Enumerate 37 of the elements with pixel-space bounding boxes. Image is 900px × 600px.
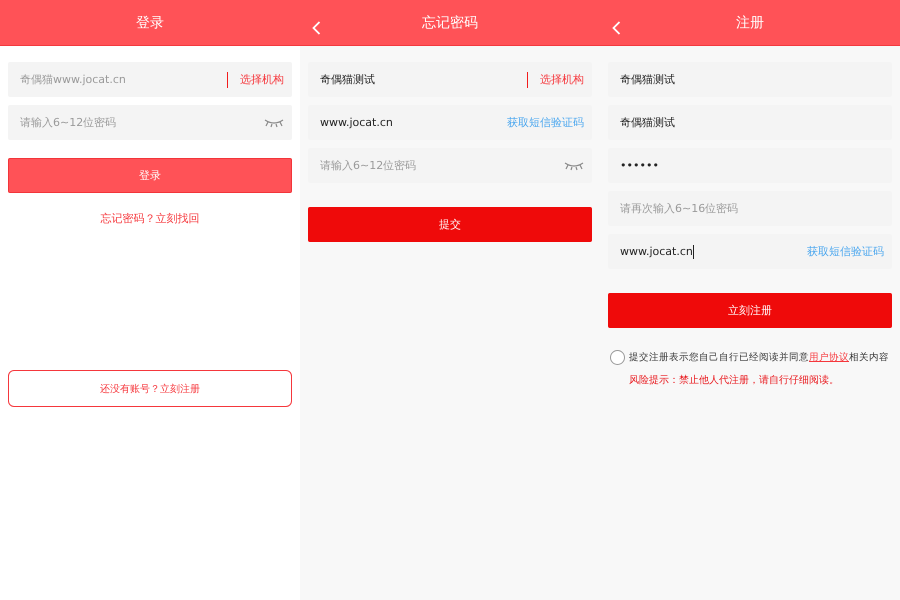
eye-closed-icon[interactable] [264,118,284,128]
input-text[interactable]: 奇偶猫测试 [620,73,884,86]
agreement-text: 提交注册表示您自己自行已经阅读并同意用户协议相关内容 [629,351,889,364]
input-field[interactable]: 奇偶猫测试 [608,62,892,97]
input-field[interactable]: •••••• [608,148,892,183]
input-field[interactable]: 奇偶猫测试 选择机构 [308,62,592,97]
eye-closed-icon[interactable] [564,160,584,170]
select-org-button[interactable]: 选择机构 [227,72,284,88]
agree-checkbox[interactable] [610,350,625,365]
user-agreement-link[interactable]: 用户协议 [809,352,849,363]
risk-notice: 风险提示：禁止他人代注册，请自行仔细阅读。 [628,374,840,387]
select-org-button[interactable]: 选择机构 [527,72,584,88]
back-icon[interactable] [312,21,321,35]
input-text[interactable]: 请输入6~12位密码 [20,116,256,129]
screen-title: 注册 [736,14,764,32]
input-text[interactable]: 奇偶猫测试 [620,116,884,129]
back-icon[interactable] [612,21,621,35]
input-field[interactable]: www.jocat.cn 获取短信验证码 [308,105,592,140]
submit-button[interactable]: 提交 [308,207,592,242]
input-text[interactable]: www.jocat.cn [620,245,693,258]
input-field[interactable]: 请输入6~12位密码 [8,105,292,140]
register-button[interactable]: 还没有账号？立刻注册 [8,370,292,407]
input-field[interactable]: 请再次输入6~16位密码 [608,191,892,226]
screen-title: 忘记密码 [422,14,478,32]
input-field[interactable]: 奇偶猫测试 [608,105,892,140]
input-field[interactable]: 请输入6~12位密码 [308,148,592,183]
submit-button[interactable]: 立刻注册 [608,293,892,328]
input-text[interactable]: 请输入6~12位密码 [320,159,556,172]
input-text[interactable]: 奇偶猫www.jocat.cn [20,73,219,86]
input-text[interactable]: 奇偶猫测试 [320,73,519,86]
screen-title: 登录 [136,14,164,32]
forgot-password-link[interactable]: 忘记密码？立刻找回 [100,211,200,226]
input-text[interactable]: 请再次输入6~16位密码 [620,202,884,215]
input-field[interactable]: 奇偶猫www.jocat.cn 选择机构 [8,62,292,97]
input-text[interactable]: •••••• [620,159,884,172]
input-text[interactable]: www.jocat.cn [320,116,499,129]
input-field[interactable]: www.jocat.cn 获取短信验证码 [608,234,892,269]
